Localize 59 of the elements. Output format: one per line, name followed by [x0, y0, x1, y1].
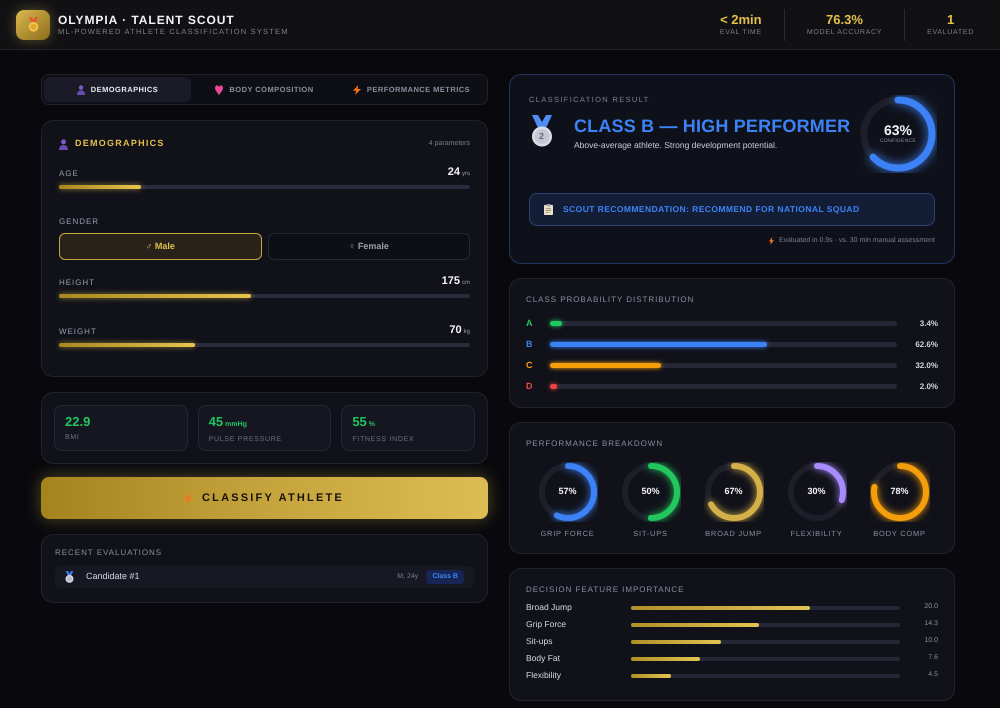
- slider-track[interactable]: [59, 294, 470, 298]
- class-label: A: [526, 316, 534, 330]
- slider-value: 24: [448, 166, 460, 178]
- class-label: C: [526, 358, 534, 372]
- performance-value: 57%: [558, 485, 576, 498]
- medal-logo-icon: [16, 10, 50, 40]
- probability-value: 32.0%: [914, 360, 938, 372]
- candidate-name: Candidate #1: [86, 570, 140, 584]
- performance-value: 30%: [807, 485, 826, 498]
- stat-value: 1: [946, 12, 954, 27]
- metric-value: 22.9: [65, 414, 90, 429]
- stat-value: < 2min: [720, 12, 762, 27]
- metric-value: 45: [208, 414, 224, 429]
- section-title: RECENT EVALUATIONS: [55, 548, 164, 558]
- heart-icon: [215, 84, 224, 94]
- feature-label: Broad Jump: [526, 601, 573, 614]
- clipboard-icon: [544, 204, 553, 215]
- classify-button[interactable]: CLASSIFY ATHLETE: [41, 477, 488, 519]
- field-label: AGE: [59, 169, 79, 179]
- class-title: CLASS B — HIGH PERFORMER: [574, 115, 850, 137]
- person-icon: [76, 84, 85, 94]
- lightning-icon: [185, 492, 192, 504]
- lightning-icon: [768, 237, 774, 245]
- medal-icon: [65, 571, 74, 583]
- gender-option[interactable]: ♀ Female: [268, 233, 470, 260]
- class-label: B: [526, 338, 534, 351]
- field-label: GENDER: [59, 216, 100, 228]
- section-title: DECISION FEATURE IMPORTANCE: [526, 585, 686, 595]
- section-title: DEMOGRAPHICS: [75, 137, 165, 150]
- feature-label: Body Fat: [526, 652, 562, 665]
- recommendation-text: SCOUT RECOMMENDATION: RECOMMEND FOR NATIONAL SQUAD: [563, 203, 860, 216]
- class-description: Above-average athlete. Strong development potential.: [574, 139, 778, 152]
- field-label: HEIGHT: [59, 278, 95, 288]
- slider-track[interactable]: [59, 185, 470, 189]
- feature-label: Flexibility: [526, 669, 562, 682]
- performance-value: 67%: [724, 485, 742, 498]
- confidence-value: 63%: [884, 122, 912, 138]
- field-label: WEIGHT: [59, 327, 97, 337]
- section-title: PERFORMANCE BREAKDOWN: [526, 439, 664, 449]
- slider-track[interactable]: [59, 343, 470, 347]
- feature-label: Sit-ups: [526, 635, 554, 648]
- probability-value: 2.0%: [918, 380, 938, 392]
- app-title: OLYMPIA · TALENT SCOUT: [58, 12, 236, 26]
- lightning-icon: [352, 84, 361, 94]
- person-icon: [59, 138, 68, 150]
- stat-value: 76.3%: [826, 12, 863, 27]
- probability-value: 3.4%: [918, 318, 938, 330]
- probability-value: 62.6%: [914, 338, 938, 350]
- slider-value: 70: [449, 324, 462, 336]
- section-title: CLASS PROBABILITY DISTRIBUTION: [526, 295, 696, 305]
- performance-value: 50%: [641, 485, 660, 498]
- performance-value: 78%: [890, 485, 908, 498]
- metric-value: 55: [352, 414, 367, 429]
- class-label: D: [526, 380, 534, 393]
- slider-value: 175: [442, 275, 460, 287]
- gender-option[interactable]: ♂ Male: [59, 233, 262, 260]
- medal-icon: [529, 115, 555, 147]
- medal-number: 2: [539, 131, 544, 142]
- feature-label: Grip Force: [526, 618, 568, 631]
